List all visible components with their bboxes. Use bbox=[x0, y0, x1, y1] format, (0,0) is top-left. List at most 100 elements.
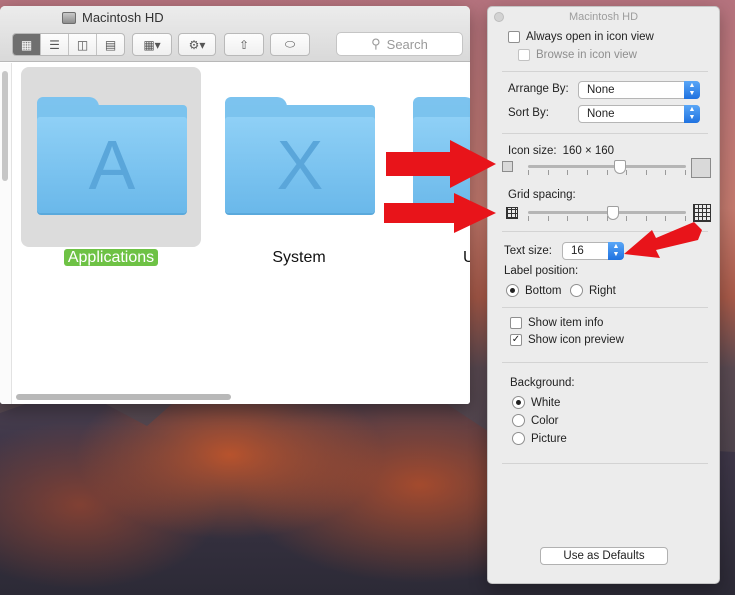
share-button[interactable]: ⇧ bbox=[224, 33, 264, 56]
show-icon-preview-checkbox[interactable]: ✓ bbox=[510, 334, 522, 346]
list-view-icon[interactable]: ☰ bbox=[41, 34, 69, 55]
text-size-label: Text size: bbox=[504, 245, 552, 257]
background-text: Background: bbox=[510, 377, 575, 389]
bg-white-radio-row[interactable]: White bbox=[512, 396, 560, 409]
window-title: Macintosh HD bbox=[62, 10, 164, 25]
browse-checkbox-row[interactable]: Browse in icon view bbox=[518, 49, 637, 61]
arrange-by-label: Arrange By: bbox=[508, 83, 569, 95]
gear-icon: ⚙▾ bbox=[188, 37, 206, 52]
separator bbox=[502, 463, 708, 464]
always-open-checkbox[interactable] bbox=[508, 31, 520, 43]
view-options-panel: Macintosh HD Always open in icon view Br… bbox=[487, 6, 720, 584]
label-bottom-text: Bottom bbox=[525, 284, 562, 297]
slider-tick bbox=[528, 170, 529, 175]
sort-by-popup[interactable]: None ▲ ▼ bbox=[578, 105, 700, 123]
folder-label-text: Applications bbox=[63, 249, 159, 266]
browse-checkbox[interactable] bbox=[518, 49, 530, 61]
small-grid-icon bbox=[506, 207, 518, 219]
folder-applications[interactable]: A Applications bbox=[21, 67, 201, 277]
icon-view-icon[interactable]: ▦ bbox=[13, 34, 41, 55]
arrow-to-icon-size bbox=[386, 140, 496, 188]
sort-by-value: None bbox=[587, 108, 615, 120]
arrange-by-popup[interactable]: None ▲ ▼ bbox=[578, 81, 700, 99]
popup-arrows-icon: ▲ ▼ bbox=[684, 81, 700, 99]
show-icon-preview-text: Show icon preview bbox=[528, 334, 624, 346]
arrow-to-text-size bbox=[624, 222, 702, 258]
show-item-info-text: Show item info bbox=[528, 317, 604, 329]
browse-label: Browse in icon view bbox=[536, 49, 637, 61]
icon-size-row: Icon size: 160 × 160 bbox=[508, 145, 614, 157]
vertical-scrollbar[interactable] bbox=[2, 71, 8, 181]
separator bbox=[502, 362, 708, 363]
use-as-defaults-button[interactable]: Use as Defaults bbox=[540, 547, 668, 565]
folder-label: Applications bbox=[21, 249, 201, 267]
icon-size-ticks bbox=[528, 170, 686, 175]
slider-tick bbox=[547, 216, 549, 221]
search-icon: ⚲ bbox=[371, 36, 381, 51]
folder-system[interactable]: X System bbox=[209, 67, 389, 277]
slider-tick bbox=[665, 170, 667, 175]
arrow-shape bbox=[624, 222, 702, 258]
label-bottom-radio-row[interactable]: Bottom bbox=[506, 284, 561, 297]
label-bottom-radio[interactable] bbox=[506, 284, 519, 297]
horizontal-scrollbar[interactable] bbox=[16, 394, 231, 400]
panel-title-text: Macintosh HD bbox=[568, 11, 639, 23]
icon-size-label: Icon size: bbox=[508, 145, 557, 157]
popup-arrows-icon: ▲ ▼ bbox=[684, 105, 700, 123]
label-right-text: Right bbox=[589, 284, 616, 297]
bg-white-radio[interactable] bbox=[512, 396, 525, 409]
grid-spacing-slider-thumb[interactable] bbox=[607, 206, 620, 220]
slider-tick bbox=[626, 170, 628, 175]
arrange-by-text: Arrange By: bbox=[508, 83, 569, 95]
arrange-by-value: None bbox=[587, 84, 615, 96]
grid-menu-icon: ▦▾ bbox=[143, 37, 161, 52]
tags-button[interactable]: ⬭ bbox=[270, 33, 310, 56]
folder-label: U bbox=[463, 249, 470, 266]
separator bbox=[502, 71, 708, 72]
icon-size-slider-thumb[interactable] bbox=[613, 160, 626, 174]
cover-flow-icon[interactable]: ▤ bbox=[97, 34, 124, 55]
text-size-value: 16 bbox=[571, 245, 584, 257]
action-button[interactable]: ⚙▾ bbox=[178, 33, 216, 56]
close-button[interactable] bbox=[494, 12, 504, 22]
bg-color-radio[interactable] bbox=[512, 414, 525, 427]
arrow-to-grid-spacing bbox=[384, 193, 496, 233]
slider-tick bbox=[586, 216, 588, 221]
show-item-info-row[interactable]: Show item info bbox=[510, 317, 603, 329]
arrow-shape bbox=[386, 140, 496, 188]
slider-tick bbox=[547, 170, 549, 175]
grid-spacing-row: Grid spacing: bbox=[508, 189, 576, 201]
text-size-text: Text size: bbox=[504, 245, 552, 257]
show-icon-preview-row[interactable]: ✓ Show icon preview bbox=[510, 334, 624, 346]
panel-title: Macintosh HD bbox=[488, 7, 719, 27]
label-position-label: Label position: bbox=[504, 265, 578, 277]
bg-picture-radio[interactable] bbox=[512, 432, 525, 445]
view-mode-segmented-control[interactable]: ▦ ☰ ◫ ▤ bbox=[12, 33, 125, 56]
grid-spacing-label: Grid spacing: bbox=[508, 189, 576, 201]
icon-size-slider-track[interactable] bbox=[528, 165, 686, 168]
hard-disk-icon bbox=[62, 11, 76, 24]
label-right-radio[interactable] bbox=[570, 284, 583, 297]
bg-picture-text: Picture bbox=[531, 432, 567, 445]
large-icon-preview-icon bbox=[691, 158, 711, 178]
label-position-text: Label position: bbox=[504, 265, 579, 277]
folder-label: System bbox=[272, 249, 326, 266]
label-right-radio-row[interactable]: Right bbox=[570, 284, 616, 297]
text-size-popup[interactable]: 16 ▲ ▼ bbox=[562, 242, 624, 260]
slider-tick bbox=[528, 216, 529, 221]
window-title-text: Macintosh HD bbox=[82, 10, 164, 25]
app-store-glyph: A bbox=[88, 126, 136, 204]
slider-tick bbox=[567, 170, 569, 175]
bg-picture-radio-row[interactable]: Picture bbox=[512, 432, 567, 445]
group-by-button[interactable]: ▦▾ bbox=[132, 33, 172, 56]
bg-white-text: White bbox=[531, 396, 561, 409]
always-open-checkbox-row[interactable]: Always open in icon view bbox=[508, 31, 654, 43]
bg-color-text: Color bbox=[531, 414, 559, 427]
search-field[interactable]: ⚲ Search bbox=[336, 32, 463, 56]
bg-color-radio-row[interactable]: Color bbox=[512, 414, 558, 427]
separator bbox=[502, 133, 708, 134]
tag-icon: ⬭ bbox=[284, 37, 296, 51]
column-view-icon[interactable]: ◫ bbox=[69, 34, 97, 55]
separator bbox=[502, 307, 708, 308]
show-item-info-checkbox[interactable] bbox=[510, 317, 522, 329]
